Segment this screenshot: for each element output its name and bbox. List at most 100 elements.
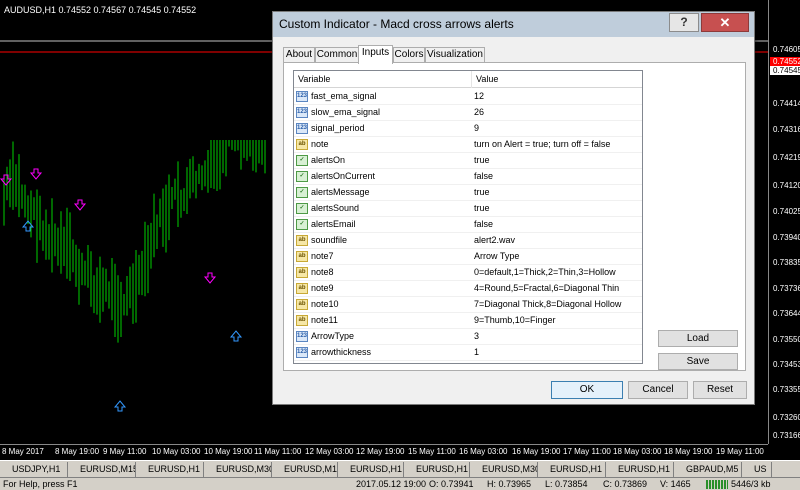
variable-value[interactable]: 1 [474, 347, 479, 357]
variable-value[interactable]: true [474, 187, 490, 197]
variable-value[interactable]: Arrow Type [474, 251, 519, 261]
table-row[interactable]: ab note9 4=Round,5=Fractal,6=Diagonal Thin [294, 281, 642, 297]
time-tick-label: 11 May 11:00 [254, 447, 302, 456]
variable-name: note [311, 139, 329, 149]
variable-value[interactable]: true [474, 155, 490, 165]
traffic-meter-icon [706, 480, 728, 489]
chart-tab[interactable]: EURUSD,M15 [68, 462, 136, 477]
table-row[interactable]: 123 signal_period 9 [294, 121, 642, 137]
table-row[interactable]: 123 slow_ema_signal 26 [294, 105, 642, 121]
time-tick-label: 10 May 03:00 [152, 447, 201, 456]
price-tick-label: 0.73550 [773, 335, 800, 344]
chart-tab[interactable]: EURUSD,H1 [404, 462, 470, 477]
table-row[interactable]: ab note11 9=Thumb,10=Finger [294, 313, 642, 329]
tab-colors[interactable]: Colors [393, 47, 425, 63]
table-row[interactable]: ab note turn on Alert = true; turn off = f… [294, 137, 642, 153]
bid-price-tag: 0.74552 [770, 57, 800, 66]
chart-tab[interactable]: EURUSD,H1 [538, 462, 606, 477]
variable-value[interactable]: 7=Diagonal Thick,8=Diagonal Hollow [474, 299, 621, 309]
time-axis: 8 May 2017 8 May 19:00 9 May 11:00 10 May 0… [0, 444, 768, 460]
variable-name: alertsMessage [311, 187, 370, 197]
column-value[interactable]: Value [476, 74, 498, 84]
reset-button[interactable]: Reset [693, 381, 747, 399]
time-tick-label: 16 May 19:00 [512, 447, 561, 456]
chart-tab[interactable]: US [742, 462, 772, 477]
price-tick-label: 0.73355 [773, 385, 800, 394]
table-row[interactable]: 123 arrowthickness 1 [294, 345, 642, 361]
chart-tab[interactable]: EURUSD,H1 [606, 462, 674, 477]
table-row[interactable]: 123 fast_ema_signal 12 [294, 89, 642, 105]
chart-tab[interactable]: USDJPY,H1 [0, 462, 68, 477]
string-type-icon: ab [296, 283, 308, 294]
save-button[interactable]: Save [658, 353, 738, 370]
tab-inputs[interactable]: Inputs [358, 45, 393, 64]
column-divider[interactable] [471, 71, 472, 88]
table-row[interactable]: ✓ alertsOnCurrent false [294, 169, 642, 185]
time-tick-label: 8 May 2017 [2, 447, 44, 456]
variable-name: note7 [311, 251, 334, 261]
price-tick-label: 0.74414 [773, 99, 800, 108]
variable-value[interactable]: turn on Alert = true; turn off = false [474, 139, 610, 149]
chart-tab[interactable]: GBPAUD,M5 [674, 462, 742, 477]
tab-about[interactable]: About [283, 47, 315, 63]
chart-tab[interactable]: EURUSD,H1 [136, 462, 204, 477]
string-type-icon: ab [296, 139, 308, 150]
variable-value[interactable]: false [474, 219, 493, 229]
variable-value[interactable]: 9 [474, 123, 479, 133]
variable-value[interactable]: alert2.wav [474, 235, 515, 245]
variable-value[interactable]: 12 [474, 91, 484, 101]
variable-value[interactable]: 9=Thumb,10=Finger [474, 315, 556, 325]
boolean-type-icon: ✓ [296, 203, 308, 214]
tab-visualization[interactable]: Visualization [425, 47, 485, 63]
price-tick-label: 0.73644 [773, 309, 800, 318]
tab-common[interactable]: Common [315, 47, 359, 63]
ok-button[interactable]: OK [551, 381, 623, 399]
table-row[interactable]: ✓ alertsOn true [294, 153, 642, 169]
price-tick-label: 0.73260 [773, 413, 800, 422]
table-row[interactable]: ✓ alertsMessage true [294, 185, 642, 201]
buy-arrow-icon [113, 400, 127, 412]
string-type-icon: ab [296, 267, 308, 278]
table-row[interactable]: ab note8 0=default,1=Thick,2=Thin,3=Hollow [294, 265, 642, 281]
string-type-icon: ab [296, 251, 308, 262]
variable-name: note9 [311, 283, 334, 293]
chart-tab[interactable]: EURUSD,H1 [338, 462, 404, 477]
load-button[interactable]: Load [658, 330, 738, 347]
variable-name: alertsOn [311, 155, 346, 165]
cancel-button[interactable]: Cancel [628, 381, 688, 399]
help-button[interactable]: ? [669, 13, 699, 32]
time-tick-label: 12 May 19:00 [356, 447, 405, 456]
table-row[interactable]: ✓ alertsSound true [294, 201, 642, 217]
variable-value[interactable]: 26 [474, 107, 484, 117]
table-row[interactable]: ab soundfile alert2.wav [294, 233, 642, 249]
table-row[interactable]: ✓ alertsEmail false [294, 217, 642, 233]
variable-value[interactable]: true [474, 203, 490, 213]
custom-indicator-dialog: Custom Indicator - Macd cross arrows ale… [272, 11, 755, 405]
dialog-titlebar[interactable]: Custom Indicator - Macd cross arrows ale… [273, 12, 754, 37]
table-row[interactable]: ab note7 Arrow Type [294, 249, 642, 265]
variable-value[interactable]: false [474, 171, 493, 181]
time-tick-label: 10 May 19:00 [204, 447, 253, 456]
table-row[interactable]: 123 ArrowType 3 [294, 329, 642, 345]
time-tick-label: 15 May 11:00 [408, 447, 456, 456]
variable-name: fast_ema_signal [311, 91, 377, 101]
variable-value[interactable]: 0=default,1=Thick,2=Thin,3=Hollow [474, 267, 616, 277]
variable-name: soundfile [311, 235, 348, 245]
price-tick-label: 0.73835 [773, 258, 800, 267]
chart-tab[interactable]: EURUSD,M30 [204, 462, 272, 477]
column-variable[interactable]: Variable [298, 74, 330, 84]
price-tick-label: 0.73166 [773, 431, 800, 440]
variable-name: alertsOnCurrent [311, 171, 376, 181]
sell-arrow-icon [73, 199, 87, 211]
price-tick-label: 0.74316 [773, 125, 800, 134]
close-button[interactable]: ✕ [701, 13, 749, 32]
chart-tab[interactable]: EURUSD,M30 [470, 462, 538, 477]
inputs-table[interactable]: Variable Value 123 fast_ema_signal 12 123 sl… [293, 70, 643, 364]
boolean-type-icon: ✓ [296, 219, 308, 230]
variable-value[interactable]: 4=Round,5=Fractal,6=Diagonal Thin [474, 283, 619, 293]
variable-value[interactable]: 3 [474, 331, 479, 341]
time-tick-label: 19 May 11:00 [716, 447, 764, 456]
chart-tab[interactable]: EURUSD,M1 [272, 462, 338, 477]
string-type-icon: ab [296, 315, 308, 326]
table-row[interactable]: ab note10 7=Diagonal Thick,8=Diagonal Holl… [294, 297, 642, 313]
